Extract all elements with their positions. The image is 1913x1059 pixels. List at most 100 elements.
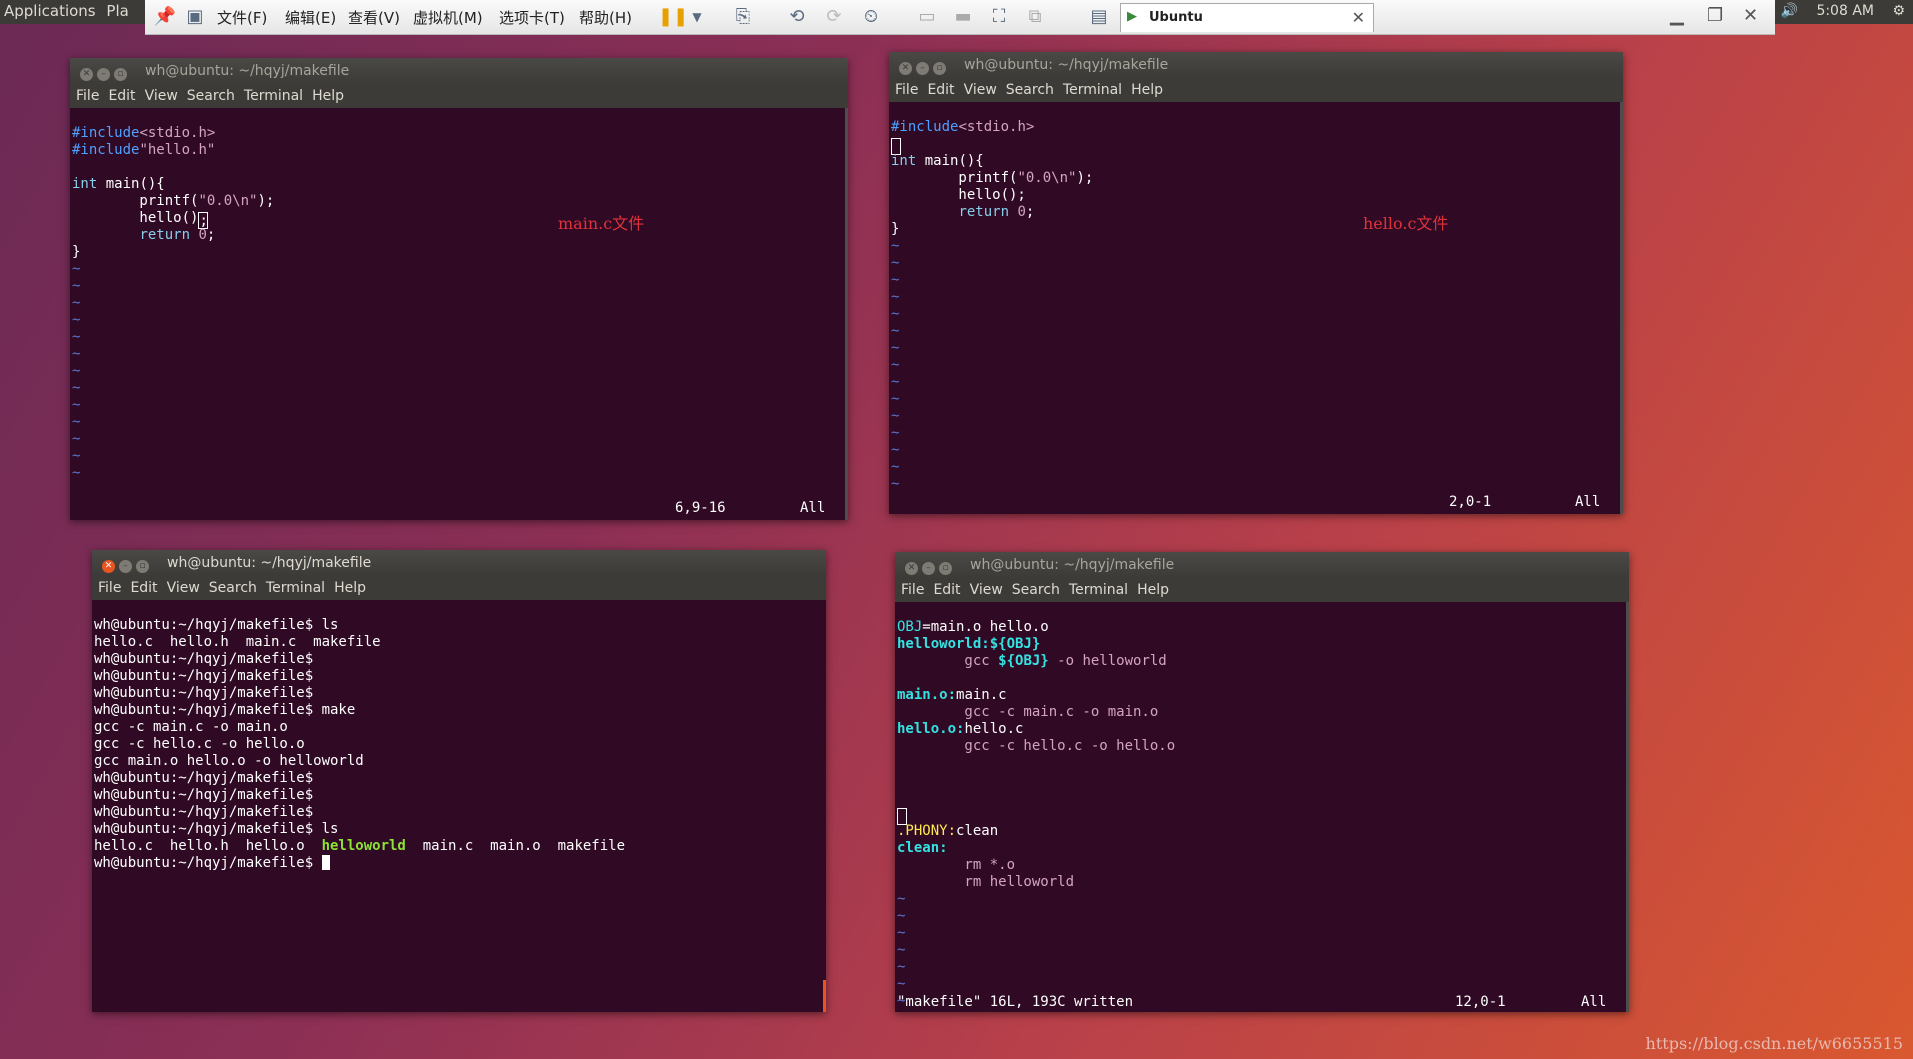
menu-view[interactable]: View <box>970 582 1003 598</box>
pin-icon[interactable]: 📌 <box>153 5 177 29</box>
terminal-shell[interactable]: ✕ – ▫ wh@ubuntu: ~/hqyj/makefile File Edit V… <box>92 550 826 1012</box>
prompt-line[interactable]: wh@ubuntu:~/hqyj/makefile$ <box>94 855 826 872</box>
menu-file[interactable]: File <box>76 88 99 104</box>
scrollbar[interactable] <box>823 980 826 1012</box>
menu-search[interactable]: Search <box>1012 582 1060 598</box>
menu-help[interactable]: Help <box>1137 582 1169 598</box>
applications-menu[interactable]: Applications <box>4 2 96 20</box>
menu-edit[interactable]: 编辑(E) <box>285 7 336 28</box>
cursor-position: 6,9-16 <box>675 500 726 516</box>
vmware-toolbar: 📌 ▣ 文件(F) 编辑(E) 查看(V) 虚拟机(M) 选项卡(T) 帮助(H… <box>145 0 1775 35</box>
close-icon[interactable]: ✕ <box>102 560 115 573</box>
title-bar[interactable]: ✕ – ▫ wh@ubuntu: ~/hqyj/makefile <box>92 550 826 576</box>
close-icon[interactable]: ✕ <box>899 62 912 75</box>
scroll-indicator: All <box>1581 994 1607 1010</box>
maximize-icon[interactable]: ▫ <box>114 68 127 81</box>
menu-help[interactable]: Help <box>334 580 366 596</box>
fullscreen-icon[interactable]: ⛶ <box>987 5 1011 29</box>
console-view-icon[interactable]: ▭ <box>915 5 939 29</box>
maximize-icon[interactable]: ▫ <box>939 562 952 575</box>
title-bar[interactable]: ✕ – ▫ wh@ubuntu: ~/hqyj/makefile <box>895 552 1629 578</box>
vim-buffer[interactable]: #include<stdio.h> int main(){ printf("0.… <box>889 102 1623 527</box>
gear-icon[interactable]: ⚙ <box>1892 3 1905 19</box>
prompt: wh@ubuntu:~/hqyj/makefile$ <box>94 855 322 871</box>
menu-view[interactable]: View <box>964 82 997 98</box>
vim-buffer[interactable]: #include<stdio.h> #include"hello.h" int m… <box>70 108 848 516</box>
menu-file[interactable]: File <box>895 82 918 98</box>
ls-files: main.c main.o makefile <box>405 838 626 854</box>
dropdown-arrow-icon[interactable]: ▼ <box>685 5 709 29</box>
snapshot-icon[interactable]: ⟲ <box>785 5 809 29</box>
terminal-main-c[interactable]: ✕ – ▫ wh@ubuntu: ~/hqyj/makefile File Edit V… <box>70 58 848 520</box>
clock[interactable]: 5:08 AM <box>1816 3 1874 19</box>
output-line: wh@ubuntu:~/hqyj/makefile$ make <box>94 702 356 718</box>
tab-ubuntu[interactable]: ▶ Ubuntu ✕ <box>1120 3 1374 32</box>
menu-view[interactable]: View <box>145 88 178 104</box>
minimize-icon[interactable]: – <box>97 68 110 81</box>
vm-running-icon: ▶ <box>1127 9 1137 24</box>
library-icon[interactable]: ▤ <box>1087 5 1111 29</box>
close-tab-icon[interactable]: ✕ <box>1352 8 1365 27</box>
menu-search[interactable]: Search <box>1006 82 1054 98</box>
ls-files: hello.c hello.h hello.o <box>94 838 322 854</box>
window-title: wh@ubuntu: ~/hqyj/makefile <box>964 57 1169 73</box>
output-line: hello.c hello.h main.c makefile <box>94 634 381 650</box>
scrollbar[interactable] <box>1626 602 1629 1012</box>
send-ctrl-alt-del-icon[interactable]: ⎘ <box>731 5 755 29</box>
menu-edit[interactable]: Edit <box>933 582 960 598</box>
menu-search[interactable]: Search <box>187 88 235 104</box>
menu-file[interactable]: File <box>98 580 121 596</box>
menu-edit[interactable]: Edit <box>927 82 954 98</box>
menu-terminal[interactable]: Terminal <box>1063 82 1122 98</box>
text-cursor <box>321 855 330 870</box>
revert-snapshot-icon[interactable]: ⟳ <box>822 5 846 29</box>
places-menu[interactable]: Pla <box>106 2 128 20</box>
restore-icon[interactable]: ❐ <box>1707 5 1723 26</box>
maximize-icon[interactable]: ▫ <box>136 560 149 573</box>
output-line: hello.c hello.h hello.o helloworld main.… <box>94 838 826 855</box>
annotation-label: hello.c文件 <box>1363 214 1449 233</box>
menu-help[interactable]: 帮助(H) <box>579 7 632 28</box>
menu-terminal[interactable]: Terminal <box>1069 582 1128 598</box>
cursor-position: 12,0-1 <box>1455 994 1506 1010</box>
scroll-indicator: All <box>1575 494 1601 510</box>
unity-icon[interactable]: ⧉ <box>1023 5 1047 29</box>
speaker-icon[interactable]: 🔊 <box>1781 3 1798 19</box>
pause-icon[interactable]: ❚❚ <box>658 5 688 29</box>
vim-message: "makefile" 16L, 193C written <box>897 994 1134 1010</box>
menu-edit[interactable]: Edit <box>130 580 157 596</box>
menu-file[interactable]: 文件(F) <box>217 7 267 28</box>
vim-buffer[interactable]: OBJ=main.o hello.o helloworld:${OBJ} gcc … <box>895 602 1629 1044</box>
terminal-makefile[interactable]: ✕ – ▫ wh@ubuntu: ~/hqyj/makefile File Edit V… <box>895 552 1629 1012</box>
shell-output[interactable]: wh@ubuntu:~/hqyj/makefile$ ls hello.c hel… <box>92 600 826 906</box>
menu-help[interactable]: Help <box>1131 82 1163 98</box>
minimize-icon[interactable]: – <box>922 562 935 575</box>
menu-terminal[interactable]: Terminal <box>244 88 303 104</box>
scrollbar[interactable] <box>845 108 848 520</box>
close-window-icon[interactable]: ✕ <box>1743 5 1758 26</box>
menu-view[interactable]: 查看(V) <box>348 7 400 28</box>
quick-switch-icon[interactable]: ▬ <box>951 5 975 29</box>
window-title: wh@ubuntu: ~/hqyj/makefile <box>167 555 372 571</box>
scrollbar[interactable] <box>1620 102 1623 514</box>
minimize-icon[interactable]: – <box>916 62 929 75</box>
menu-view[interactable]: View <box>167 580 200 596</box>
close-icon[interactable]: ✕ <box>905 562 918 575</box>
maximize-icon[interactable]: ▫ <box>933 62 946 75</box>
menu-file[interactable]: File <box>901 582 924 598</box>
close-icon[interactable]: ✕ <box>80 68 93 81</box>
menu-search[interactable]: Search <box>209 580 257 596</box>
snapshot-manager-icon[interactable]: ⏲ <box>859 5 883 29</box>
menu-edit[interactable]: Edit <box>108 88 135 104</box>
minimize-icon[interactable]: ▁ <box>1670 5 1684 26</box>
title-bar[interactable]: ✕ – ▫ wh@ubuntu: ~/hqyj/makefile <box>889 52 1623 78</box>
menu-help[interactable]: Help <box>312 88 344 104</box>
menu-tabs[interactable]: 选项卡(T) <box>499 7 565 28</box>
menu-terminal[interactable]: Terminal <box>266 580 325 596</box>
output-line: gcc -c hello.c -o hello.o <box>94 736 305 752</box>
menu-vm[interactable]: 虚拟机(M) <box>413 7 483 28</box>
title-bar[interactable]: ✕ – ▫ wh@ubuntu: ~/hqyj/makefile <box>70 58 848 84</box>
terminal-hello-c[interactable]: ✕ – ▫ wh@ubuntu: ~/hqyj/makefile File Edit V… <box>889 52 1623 514</box>
minimize-icon[interactable]: – <box>119 560 132 573</box>
vm-library-icon[interactable]: ▣ <box>183 5 207 29</box>
